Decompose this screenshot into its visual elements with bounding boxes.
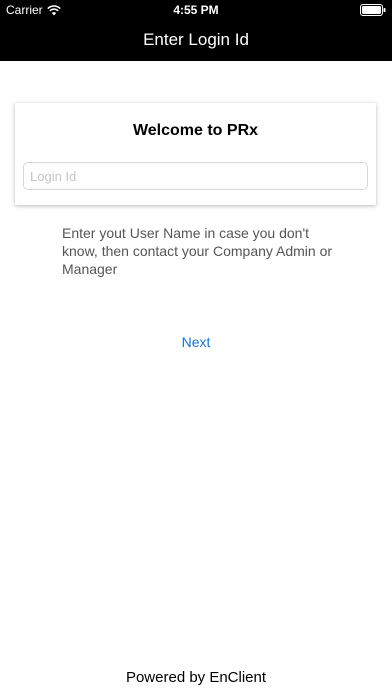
page-title: Enter Login Id	[143, 30, 249, 49]
status-bar: Carrier 4:55 PM	[0, 0, 392, 20]
welcome-title: Welcome to PRx	[132, 122, 259, 139]
login-id-input[interactable]	[23, 162, 368, 190]
header: Carrier 4:55 PM Enter Login Id	[0, 0, 392, 61]
login-card: Welcome to PRx	[15, 103, 376, 205]
status-time: 4:55 PM	[173, 3, 219, 17]
next-button[interactable]: Next	[0, 333, 392, 351]
battery-icon	[360, 4, 386, 16]
powered-by-footer: Powered by EnClient	[125, 669, 267, 686]
help-text: Enter yout User Name in case you don't k…	[62, 225, 333, 277]
